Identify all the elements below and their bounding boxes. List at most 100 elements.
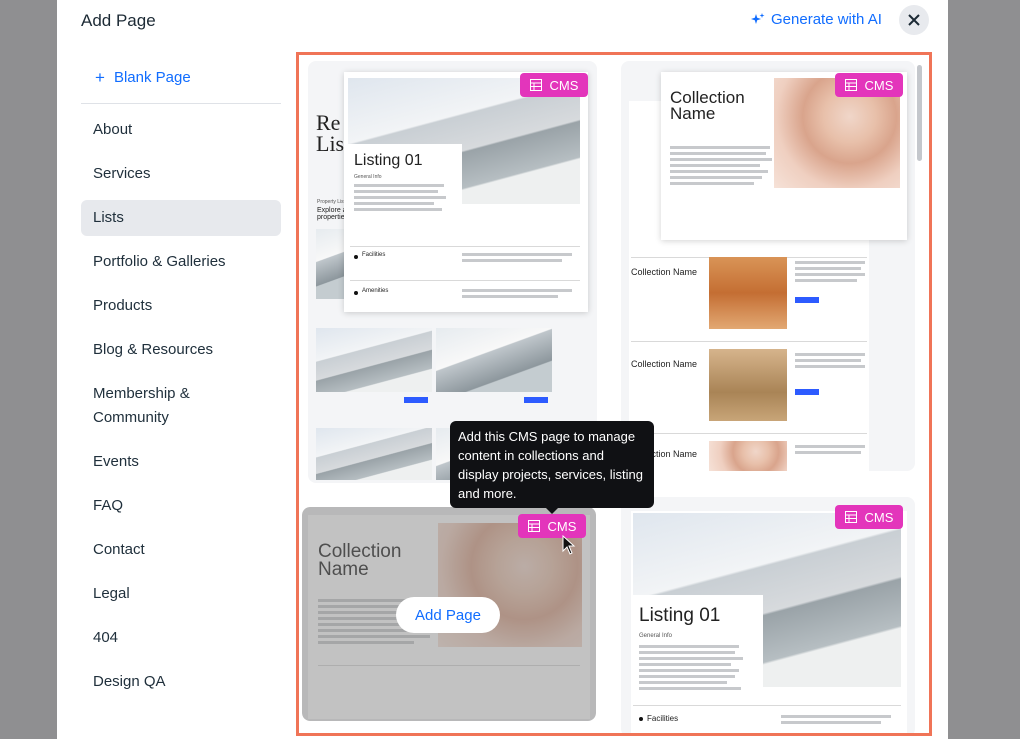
template-card-collection-list[interactable]: Co Collection Name Collection Name Colle…	[621, 61, 915, 471]
text-line	[670, 158, 772, 161]
category-item[interactable]: FAQ	[81, 488, 281, 524]
cms-badge: CMS	[835, 73, 903, 97]
collection-title: Collection Name	[670, 88, 745, 124]
category-list: About Services Lists Portfolio & Galleries P…	[81, 104, 281, 700]
text-line	[795, 359, 861, 362]
plus-icon: +	[95, 67, 105, 87]
text-line	[670, 170, 768, 173]
cursor-icon	[562, 535, 576, 555]
mini-button	[795, 297, 819, 303]
category-item[interactable]: Legal	[81, 576, 281, 612]
template-grid: Re Lis Property Listing Explore a proper…	[296, 52, 932, 736]
fashion-image	[709, 441, 787, 471]
template-card-listing-item[interactable]: Listing 01 General Info Facilities CMS	[621, 497, 915, 733]
category-item[interactable]: Products	[81, 288, 281, 324]
text-line	[781, 721, 881, 724]
house-image	[436, 328, 552, 392]
backdrop-right	[948, 0, 1020, 739]
text-line	[795, 279, 857, 282]
category-item[interactable]: 404	[81, 620, 281, 656]
text-line	[795, 353, 865, 356]
cms-badge-label: CMS	[549, 77, 579, 93]
blank-page-button[interactable]: + Blank Page	[81, 52, 281, 104]
text-line	[639, 663, 731, 666]
mini-button	[404, 397, 428, 403]
template-preview-sheet: Listing 01 General Info Facilities	[631, 511, 907, 733]
template-bg-title-text: Re Lis	[316, 110, 345, 156]
close-button[interactable]	[899, 5, 929, 35]
cms-badge-label: CMS	[864, 77, 894, 93]
blank-page-label: Blank Page	[113, 68, 191, 86]
mini-button	[795, 389, 819, 395]
text-line	[462, 253, 572, 256]
text-line	[795, 261, 865, 264]
modal-title: Add Page	[81, 11, 156, 30]
category-item[interactable]: Events	[81, 444, 281, 480]
close-icon	[908, 14, 920, 26]
text-line	[639, 657, 743, 660]
cms-badge: CMS	[520, 73, 588, 97]
text-line	[795, 273, 865, 276]
add-page-button[interactable]: Add Page	[396, 597, 500, 633]
cms-badge-label: CMS	[547, 518, 577, 534]
backdrop-left	[0, 0, 57, 739]
divider	[350, 246, 580, 247]
text-line	[639, 651, 735, 654]
generate-with-ai-label: Generate with AI	[771, 11, 882, 28]
category-item[interactable]: Membership & Community	[81, 376, 281, 436]
divider	[631, 433, 867, 434]
cms-badge: CMS	[835, 505, 903, 529]
text-line	[639, 675, 735, 678]
listing-panel: Listing 01 General Info	[631, 595, 763, 723]
table-icon	[527, 520, 540, 532]
text-line	[795, 365, 865, 368]
category-item[interactable]: Blog & Resources	[81, 332, 281, 368]
template-bg-title: Re Lis	[316, 110, 345, 156]
listing-panel: Listing 01 General Info	[348, 144, 462, 234]
cms-tooltip: Add this CMS page to manage content in c…	[450, 421, 654, 514]
amenities-label: Amenities	[362, 288, 389, 294]
divider	[631, 341, 867, 342]
divider	[350, 280, 580, 281]
table-icon	[844, 511, 857, 523]
category-item[interactable]: Services	[81, 156, 281, 192]
general-info-label: General Info	[639, 633, 673, 639]
text-line	[670, 182, 754, 185]
category-item[interactable]: Lists	[81, 200, 281, 236]
category-item[interactable]: Design QA	[81, 664, 281, 700]
collection-item-title: Collection Name	[631, 359, 698, 369]
text-line	[639, 669, 739, 672]
fashion-image	[709, 257, 787, 329]
house-image	[316, 428, 432, 480]
template-front-sheet: Collection Name	[661, 72, 907, 240]
text-line	[462, 295, 558, 298]
text-line	[795, 451, 861, 454]
text-line	[639, 645, 739, 648]
table-icon	[844, 79, 857, 91]
text-line	[795, 267, 861, 270]
cms-badge-label: CMS	[864, 509, 894, 525]
scrollbar-thumb[interactable]	[917, 65, 922, 161]
category-item[interactable]: About	[81, 112, 281, 148]
text-line	[639, 681, 727, 684]
facilities-label: Facilities	[647, 714, 679, 723]
general-info-label: General Info	[354, 174, 382, 180]
house-image	[316, 328, 432, 392]
listing-title: Listing 01	[354, 152, 423, 169]
bullet-icon	[354, 291, 358, 295]
mini-button	[524, 397, 548, 403]
template-card-real-estate-list[interactable]: Re Lis Property Listing Explore a proper…	[308, 61, 597, 483]
collection-item-title: Collection Name	[631, 267, 698, 277]
text-line	[639, 687, 741, 690]
text-line	[670, 146, 770, 149]
category-item[interactable]: Portfolio & Galleries	[81, 244, 281, 280]
text-line	[354, 190, 438, 193]
fashion-image	[709, 349, 787, 421]
table-icon	[529, 79, 542, 91]
text-line	[462, 259, 562, 262]
generate-with-ai-button[interactable]: Generate with AI	[751, 11, 882, 28]
divider	[633, 705, 901, 706]
category-item[interactable]: Contact	[81, 532, 281, 568]
sparkle-icon	[751, 12, 765, 24]
text-line	[670, 176, 762, 179]
